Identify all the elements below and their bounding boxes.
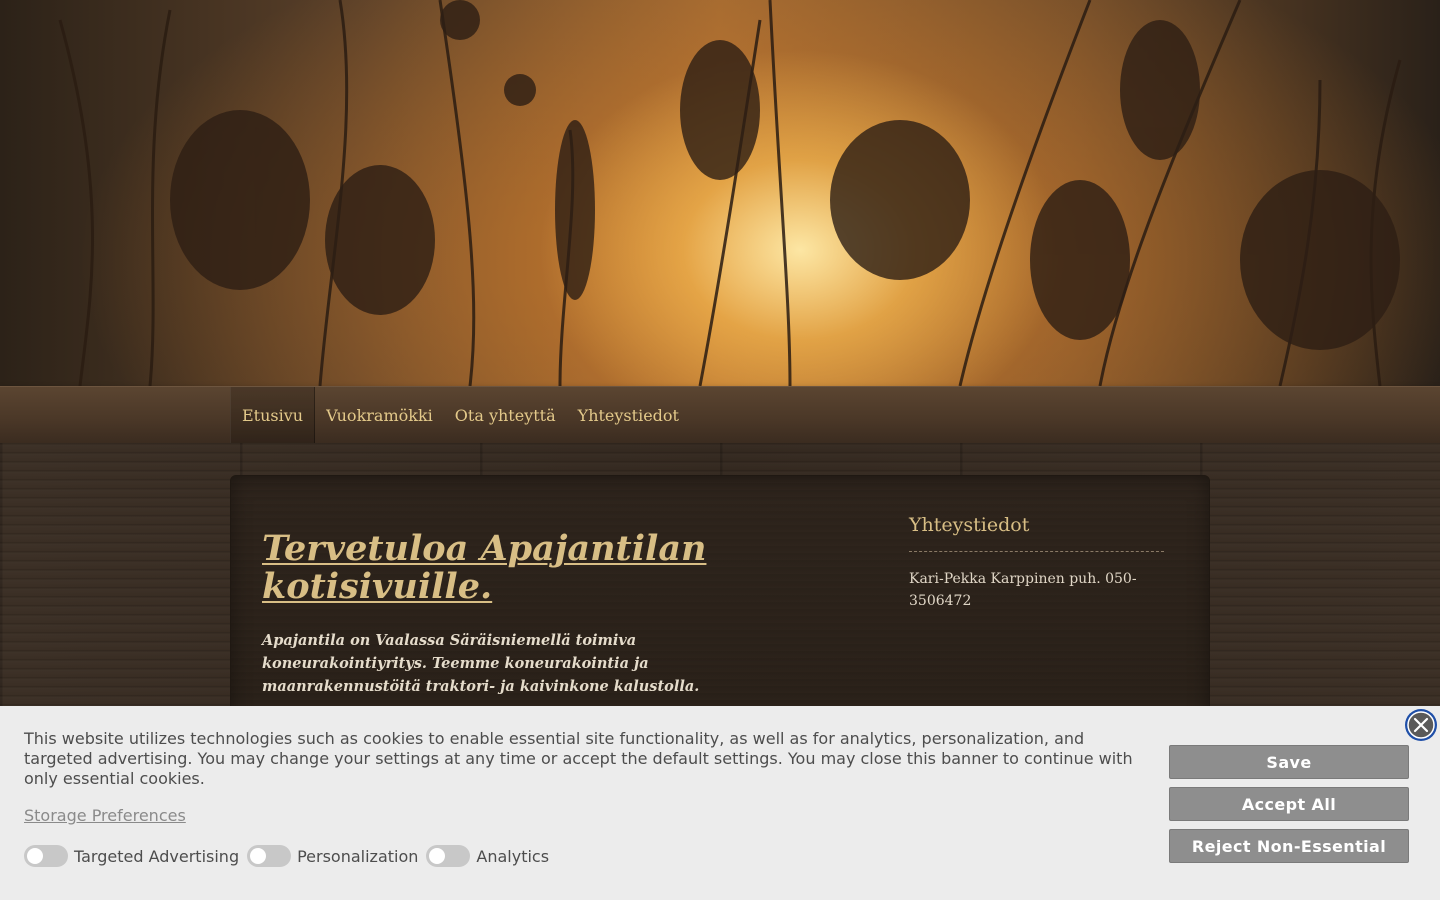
toggle-label: Targeted Advertising [74, 846, 240, 866]
cookie-banner: This website utilizes technologies such … [0, 706, 1440, 900]
reject-non-essential-button[interactable]: Reject Non-Essential [1169, 829, 1409, 863]
nav-item-yhteystiedot[interactable]: Yhteystiedot [567, 387, 690, 443]
grass-silhouette-image [58, 0, 1402, 386]
toggle-label: Personalization [297, 846, 419, 866]
cookie-banner-text: This website utilizes technologies such … [24, 729, 1133, 788]
toggle-group-personalization: Personalization [247, 845, 418, 867]
storage-preferences-link[interactable]: Storage Preferences [24, 806, 186, 825]
toggle-label: Analytics [476, 846, 550, 866]
toggle-knob [27, 848, 43, 864]
main-navigation: Etusivu Vuokramökki Ota yhteyttä Yhteyst… [0, 386, 1440, 444]
contact-info: Kari-Pekka Karppinen puh. 050-3506472 [909, 571, 1137, 609]
toggle-group-analytics: Analytics [426, 845, 549, 867]
toggle-knob [429, 848, 446, 864]
toggle-knob [250, 848, 267, 864]
intro-text: Apajantila on Vaalassa Säräisniemellä to… [262, 632, 700, 695]
header-hero-image [0, 0, 1440, 386]
sidebar-heading: Yhteystiedot [909, 514, 1164, 552]
personalization-toggle[interactable] [247, 845, 292, 867]
page-title[interactable]: Tervetuloa Apajantilan kotisivuille. [262, 530, 782, 606]
analytics-toggle[interactable] [426, 845, 471, 867]
accept-all-button[interactable]: Accept All [1169, 787, 1409, 821]
save-button[interactable]: Save [1169, 745, 1409, 779]
nav-item-etusivu[interactable]: Etusivu [230, 387, 316, 443]
close-icon [1405, 709, 1437, 741]
targeted-advertising-toggle[interactable] [24, 845, 68, 867]
nav-item-vuokramokki[interactable]: Vuokramökki [315, 387, 444, 443]
toggle-group-targeted-advertising: Targeted Advertising [24, 845, 239, 867]
consent-toggles: Targeted Advertising Personalization Ana… [24, 845, 557, 867]
close-banner-button[interactable] [1404, 708, 1438, 742]
nav-item-ota-yhteytta[interactable]: Ota yhteyttä [444, 387, 567, 443]
